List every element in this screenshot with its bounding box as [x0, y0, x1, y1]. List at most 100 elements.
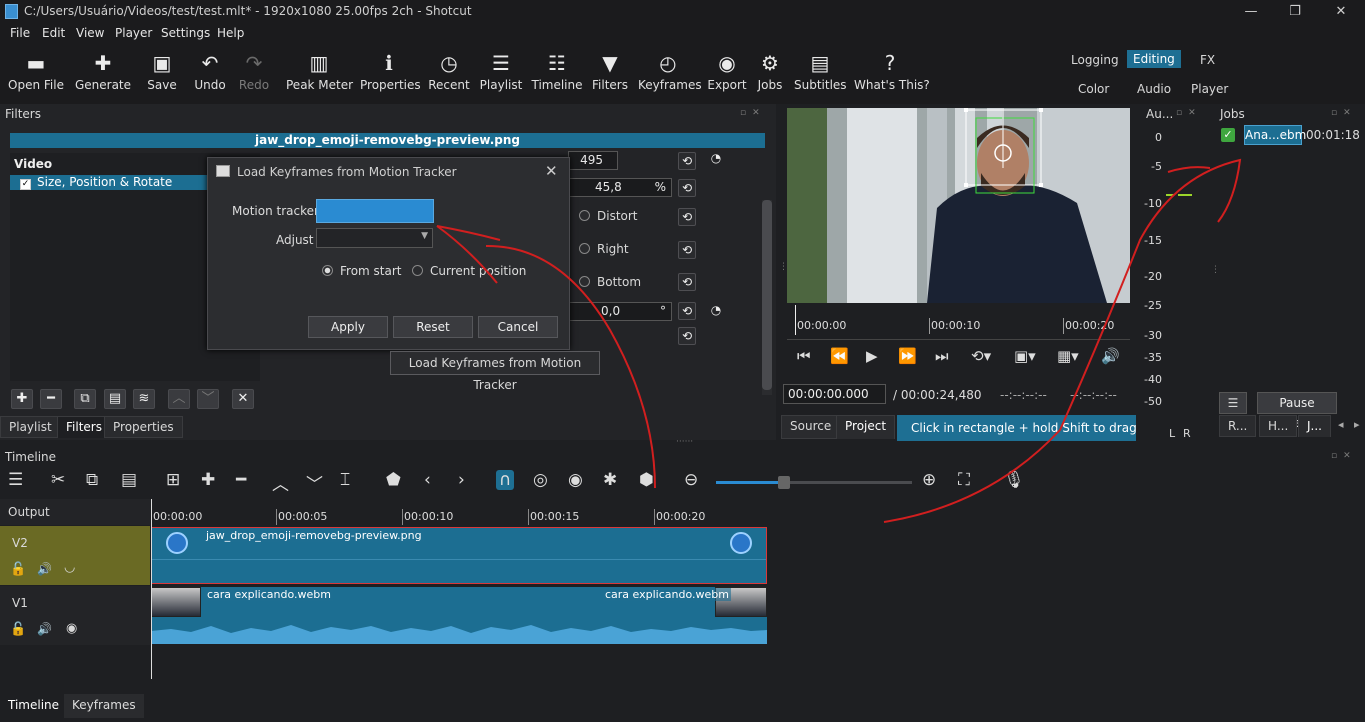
tab-source[interactable]: Source [781, 415, 841, 439]
reset-button[interactable]: Reset [393, 316, 473, 338]
keyframes-button[interactable]: ◴ Keyframes [638, 48, 702, 92]
tab-timeline[interactable]: Timeline [0, 694, 68, 718]
record-audio-icon[interactable]: 🎙 [1003, 470, 1025, 490]
deselect-filter-button[interactable]: ✕ [232, 389, 254, 409]
maximize-button[interactable]: ❐ [1275, 2, 1315, 22]
paste-icon[interactable]: ▤ [121, 470, 137, 490]
align-bottom-radio[interactable]: Bottom [579, 275, 641, 289]
keyframe-stopwatch-icon[interactable]: ◔ [707, 150, 725, 168]
rewind-icon[interactable]: ⏪ [830, 347, 849, 365]
reset-icon[interactable]: ⟲ [678, 327, 696, 345]
menu-help[interactable]: Help [217, 26, 244, 40]
timeline-dock-buttons[interactable]: ▫✕ [1331, 451, 1357, 461]
generate-button[interactable]: ✚ Generate [72, 48, 134, 92]
timeline-button[interactable]: ☷ Timeline [530, 48, 584, 92]
rotation-field[interactable]: 0,0 ° [568, 302, 672, 321]
eye-icon[interactable]: ◉ [66, 621, 77, 636]
marker-icon[interactable]: ⬟ [386, 470, 401, 490]
position-timecode[interactable]: 00:00:00.000 [783, 384, 886, 404]
recent-button[interactable]: ◷ Recent [426, 48, 472, 92]
zoom-slider[interactable] [716, 476, 912, 489]
mute-icon[interactable]: 🔊 [37, 562, 52, 576]
distort-checkbox[interactable]: Distort [579, 209, 638, 223]
jobs-menu-icon[interactable]: ☰ [1219, 392, 1247, 414]
zoom-fit-timeline-icon[interactable]: ⛶ [958, 470, 970, 490]
splitter-handle[interactable]: ······ [676, 437, 693, 447]
layout-fx[interactable]: FX [1194, 51, 1221, 69]
track-header-v2[interactable]: V2 🔓 🔊 ◡ [0, 526, 150, 585]
split-icon[interactable]: ⌶ [340, 470, 350, 490]
playlist-button[interactable]: ☰ Playlist [478, 48, 524, 92]
layout-editing[interactable]: Editing [1127, 50, 1181, 68]
ripple-all-icon[interactable]: ✱ [603, 470, 617, 490]
tab-properties[interactable]: Properties [104, 416, 183, 438]
mute-icon[interactable]: 🔊 [37, 622, 52, 636]
clip-v2[interactable]: jaw_drop_emoji-removebg-preview.png [151, 527, 767, 584]
filters-dock-buttons[interactable]: ▫✕ [740, 108, 766, 118]
volume-icon[interactable]: 🔊 [1101, 347, 1120, 365]
timeline-menu-icon[interactable]: ☰ [8, 470, 23, 490]
menu-settings[interactable]: Settings [161, 26, 210, 40]
adjust-combo[interactable]: ▼ [316, 228, 433, 248]
skip-to-end-icon[interactable]: ⏭ [935, 347, 949, 365]
reset-icon[interactable]: ⟲ [678, 273, 696, 291]
tab-project[interactable]: Project [836, 415, 896, 439]
reset-icon[interactable]: ⟲ [678, 302, 696, 320]
dialog-close-icon[interactable]: ✕ [545, 162, 558, 180]
splitter-handle[interactable]: ⋮ [779, 262, 788, 282]
layout-color[interactable]: Color [1072, 80, 1115, 98]
add-icon[interactable]: ✚ [201, 470, 215, 490]
play-icon[interactable]: ▶ [866, 347, 878, 365]
tab-recent[interactable]: R... [1219, 415, 1257, 437]
reset-icon[interactable]: ⟲ [678, 179, 696, 197]
scrub-icon[interactable]: ◎ [533, 470, 548, 490]
overwrite-icon[interactable]: ﹀ [306, 470, 323, 495]
menu-edit[interactable]: Edit [42, 26, 65, 40]
save-button[interactable]: ▣ Save [143, 48, 181, 92]
clip-v1[interactable]: cara explicando.webm cara explicando.web… [151, 587, 767, 644]
previous-marker-icon[interactable]: ‹ [424, 470, 431, 490]
jobs-dock-buttons[interactable]: ▫✕ [1331, 108, 1357, 118]
current-position-radio[interactable]: Current position [412, 264, 526, 278]
reset-icon[interactable]: ⟲ [678, 152, 696, 170]
tab-playlist[interactable]: Playlist [0, 416, 61, 438]
menu-view[interactable]: View [76, 26, 104, 40]
next-marker-icon[interactable]: › [458, 470, 465, 490]
tab-scroll-right-icon[interactable]: ▸ [1354, 418, 1360, 431]
ripple-icon[interactable]: ◉ [568, 470, 583, 490]
grid-icon[interactable]: ▦▾ [1057, 347, 1079, 365]
remove-filter-button[interactable]: ━ [40, 389, 62, 409]
pause-queue-button[interactable]: Pause Queue [1257, 392, 1337, 430]
video-preview[interactable] [787, 108, 1130, 303]
apply-button[interactable]: Apply [308, 316, 388, 338]
zoom-out-icon[interactable]: ⊖ [684, 470, 698, 490]
export-button[interactable]: ◉ Export [706, 48, 748, 92]
motion-tracker-select[interactable] [316, 199, 434, 223]
snap-icon[interactable]: ∩ [496, 470, 515, 490]
skip-to-start-icon[interactable]: ⏮ [797, 347, 811, 365]
timeline-playhead[interactable] [151, 499, 152, 679]
move-filter-down-button[interactable]: ﹀ [197, 389, 219, 409]
append-icon[interactable]: ⊞ [166, 470, 180, 490]
layout-logging[interactable]: Logging [1065, 51, 1125, 69]
copy-icon[interactable]: ⧉ [86, 470, 98, 490]
tab-filters[interactable]: Filters [57, 416, 111, 438]
filters-button[interactable]: ▼ Filters [590, 48, 630, 92]
save-filter-set-button[interactable]: ≋ [133, 389, 155, 409]
copy-filters-button[interactable]: ⧉ [74, 389, 96, 409]
close-button[interactable]: ✕ [1321, 2, 1361, 22]
audio-dock-buttons[interactable]: ▫✕ [1176, 108, 1202, 118]
reset-icon[interactable]: ⟲ [678, 241, 696, 259]
job-item[interactable]: Ana...ebm [1244, 125, 1306, 145]
hide-icon[interactable]: ◡ [64, 560, 75, 575]
whats-this-button[interactable]: ? What's This? [854, 48, 930, 92]
subtitles-button[interactable]: ▤ Subtitles [794, 48, 847, 92]
lock-icon[interactable]: 🔓 [10, 562, 26, 577]
zoom-in-icon[interactable]: ⊕ [922, 470, 936, 490]
minimize-button[interactable]: — [1231, 2, 1271, 22]
size-value-field[interactable]: 495 [568, 151, 618, 170]
cancel-button[interactable]: Cancel [478, 316, 558, 338]
move-filter-up-button[interactable]: ︿ [168, 389, 190, 409]
tab-history[interactable]: H... [1259, 415, 1298, 437]
lock-icon[interactable]: 🔓 [10, 622, 26, 637]
